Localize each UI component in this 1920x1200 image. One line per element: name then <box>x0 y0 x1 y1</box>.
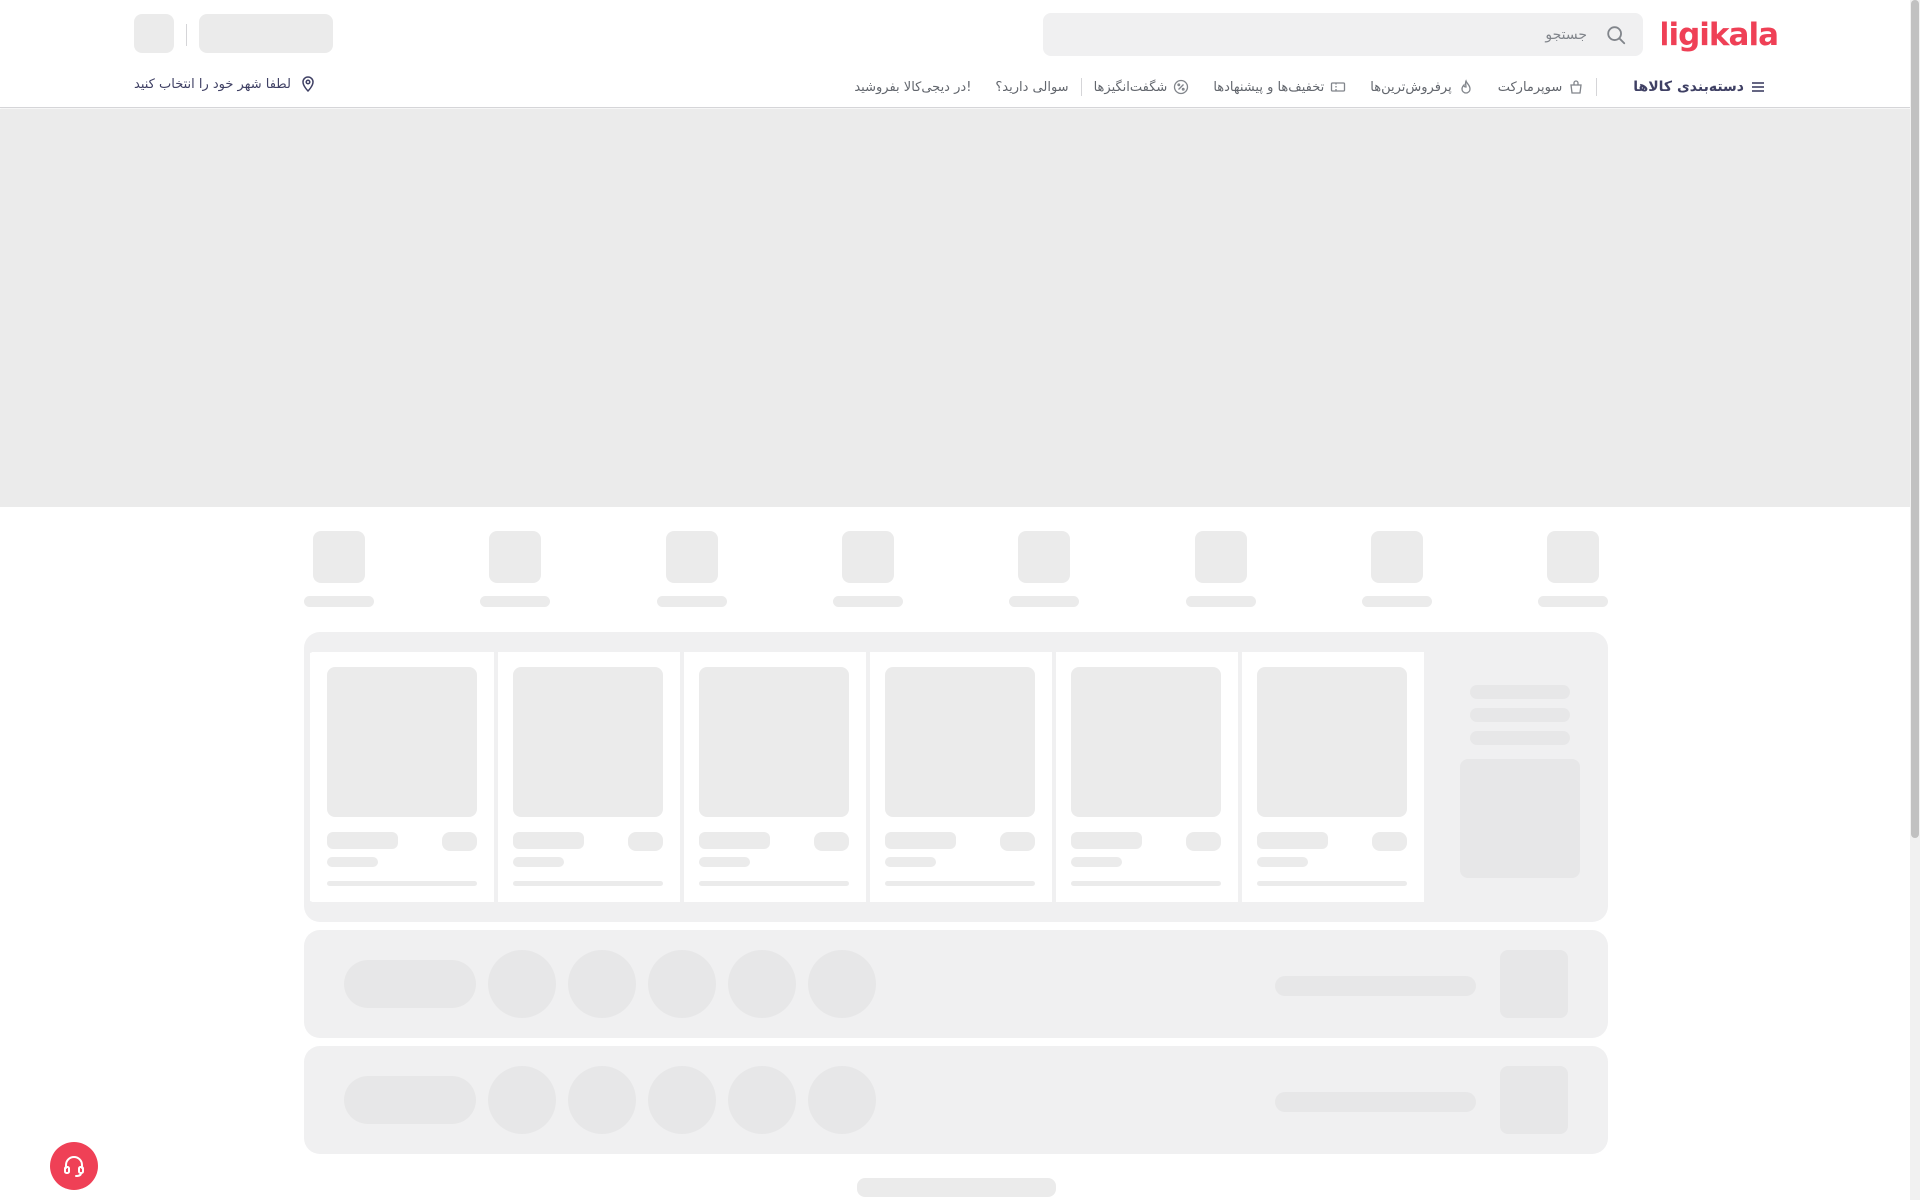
headset-icon <box>64 1156 84 1177</box>
product-card-skeleton <box>312 652 494 902</box>
nav-sell[interactable]: در دیجی‌کالا بفروشید! <box>854 80 971 95</box>
card-divider <box>866 652 870 902</box>
nav-bestsellers[interactable]: پرفروش‌ترین‌ها <box>1370 79 1473 95</box>
cart-button-skeleton <box>134 14 174 53</box>
search-input[interactable] <box>1043 13 1643 56</box>
location-selector[interactable]: لطفا شهر خود را انتخاب کنید <box>134 75 317 93</box>
nav-supermarket[interactable]: سوپرمارکت <box>1498 79 1585 95</box>
location-pin-icon <box>302 76 314 93</box>
brand-row-skeleton <box>304 1046 1608 1154</box>
nav-categories[interactable]: دسته‌بندی کالاها <box>1633 79 1766 95</box>
search-icon <box>1607 26 1626 45</box>
nav-discounts-label: تخفیف‌ها و پیشنهادها <box>1213 79 1325 95</box>
nav-amazing[interactable]: شگفت‌انگیزها <box>1094 79 1190 95</box>
nav-faq[interactable]: سوالی دارید؟ <box>995 80 1068 95</box>
coupon-icon <box>1331 82 1346 92</box>
offer-title-skeleton <box>1470 731 1570 745</box>
brand-row-skeleton <box>304 930 1608 1038</box>
product-card-skeleton <box>684 652 866 902</box>
header-divider <box>186 24 187 46</box>
nav-supermarket-label: سوپرمارکت <box>1497 79 1563 95</box>
nav-faq-label: سوالی دارید؟ <box>995 79 1069 95</box>
section-title-skeleton <box>857 1178 1056 1197</box>
nav-categories-label: دسته‌بندی کالاها <box>1633 79 1744 95</box>
login-button-skeleton <box>199 14 333 53</box>
scrollbar-thumb[interactable] <box>1911 0 1919 838</box>
main-nav: دسته‌بندی کالاها سوپرمارکت پرفروش‌ترین‌ه… <box>854 74 1766 100</box>
nav-sell-label: در دیجی‌کالا بفروشید! <box>854 79 972 95</box>
hero-banner-skeleton <box>0 109 1910 507</box>
logo-text: digikala <box>1662 17 1778 53</box>
card-divider <box>1052 652 1056 902</box>
product-card-skeleton <box>1242 652 1424 902</box>
product-card-skeleton <box>870 652 1052 902</box>
nav-amazing-label: شگفت‌انگیزها <box>1093 79 1168 95</box>
nav-bestsellers-label: پرفروش‌ترین‌ها <box>1370 79 1452 95</box>
card-divider <box>306 652 310 902</box>
percent-icon <box>1174 79 1189 95</box>
offer-title-skeleton <box>1470 708 1570 722</box>
location-label: لطفا شهر خود را انتخاب کنید <box>134 76 291 92</box>
nav-divider <box>1080 78 1082 96</box>
nav-divider <box>1596 78 1598 96</box>
flame-icon <box>1461 79 1471 94</box>
digikala-logo[interactable]: digikala <box>1647 12 1779 54</box>
offer-badge-skeleton <box>1460 759 1580 878</box>
offer-title-skeleton <box>1470 685 1570 699</box>
search-bar[interactable] <box>1043 13 1643 56</box>
support-chat-button[interactable] <box>50 1142 98 1190</box>
product-card-skeleton <box>498 652 680 902</box>
supermarket-icon <box>1570 80 1583 94</box>
card-divider <box>1238 652 1242 902</box>
card-divider <box>494 652 498 902</box>
card-divider <box>680 652 684 902</box>
site-header: digikala دسته‌بندی کالاها سوپرمارکت <box>0 0 1910 108</box>
nav-discounts[interactable]: تخفیف‌ها و پیشنهادها <box>1213 79 1346 95</box>
product-card-skeleton <box>1056 652 1238 902</box>
menu-icon <box>1752 82 1764 92</box>
